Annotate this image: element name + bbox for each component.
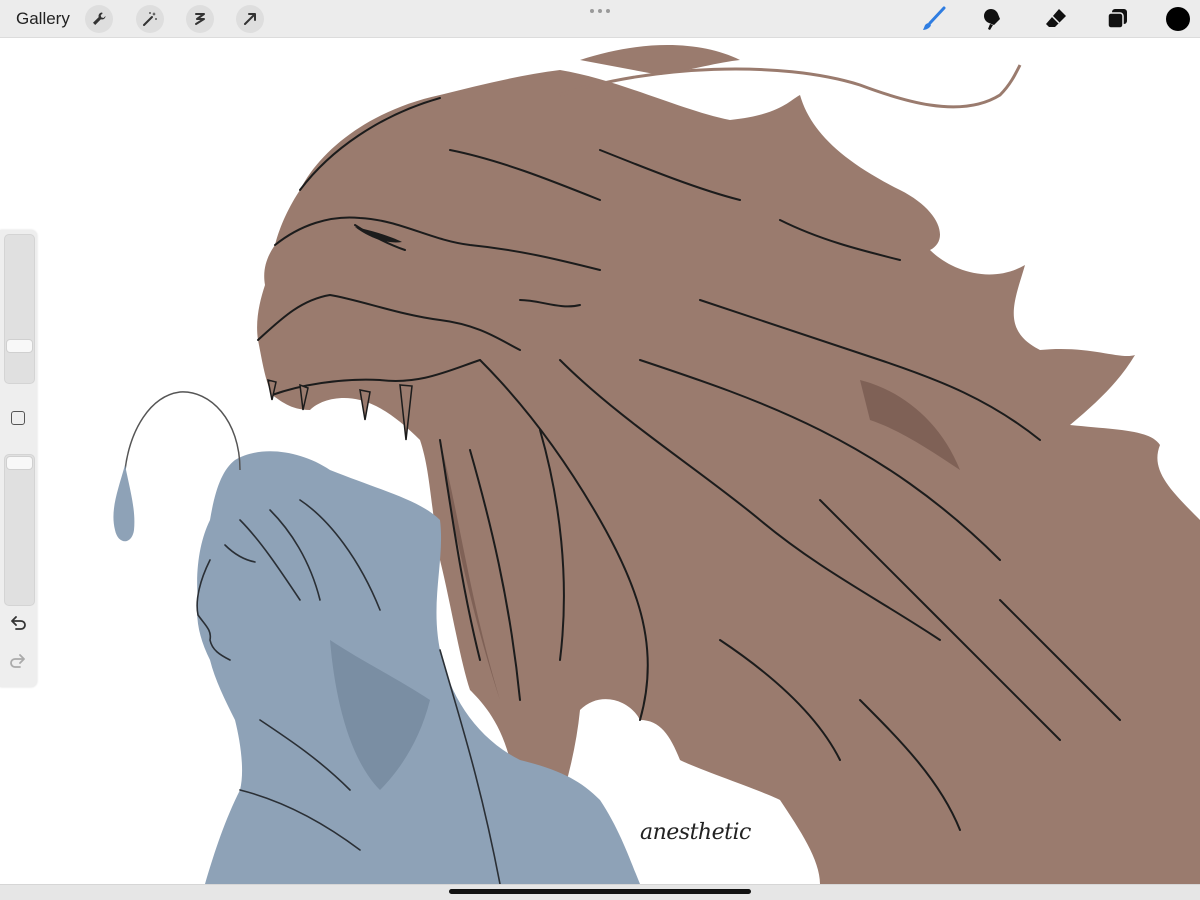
opacity-thumb[interactable] [6,456,33,470]
eraser-icon [1046,9,1066,27]
adjustments-button[interactable] [136,5,164,33]
layers-icon [1107,9,1127,29]
color-picker-button[interactable] [1166,7,1190,31]
top-toolbar: Gallery [0,0,1200,38]
layers-button[interactable] [1102,4,1132,34]
wrench-icon [93,12,106,25]
modify-button[interactable] [11,411,25,425]
brush-size-thumb[interactable] [6,339,33,353]
redo-icon[interactable] [8,654,28,672]
drag-handle-icon[interactable] [589,8,611,14]
home-indicator[interactable] [449,889,751,894]
brush-icon [923,6,946,30]
selection-icon [195,13,205,25]
transform-arrow-icon [244,13,256,25]
bottom-bar [0,884,1200,900]
opacity-slider[interactable] [4,454,35,606]
brush-button[interactable] [919,4,949,34]
selection-button[interactable] [186,5,214,33]
actions-button[interactable] [85,5,113,33]
artist-signature: anesthetic [640,820,751,845]
magic-wand-icon [143,12,157,26]
brush-size-slider[interactable] [4,234,35,384]
figure-antenna [124,391,241,471]
smudge-icon [984,9,1000,30]
left-sidebar [0,230,37,687]
smudge-button[interactable] [979,4,1009,34]
eraser-button[interactable] [1041,4,1071,34]
transform-button[interactable] [236,5,264,33]
undo-icon[interactable] [8,616,28,634]
artwork [113,45,1200,884]
drawing-canvas[interactable]: anesthetic [0,38,1200,884]
gallery-button[interactable]: Gallery [16,9,70,29]
figure-lure [113,465,135,542]
